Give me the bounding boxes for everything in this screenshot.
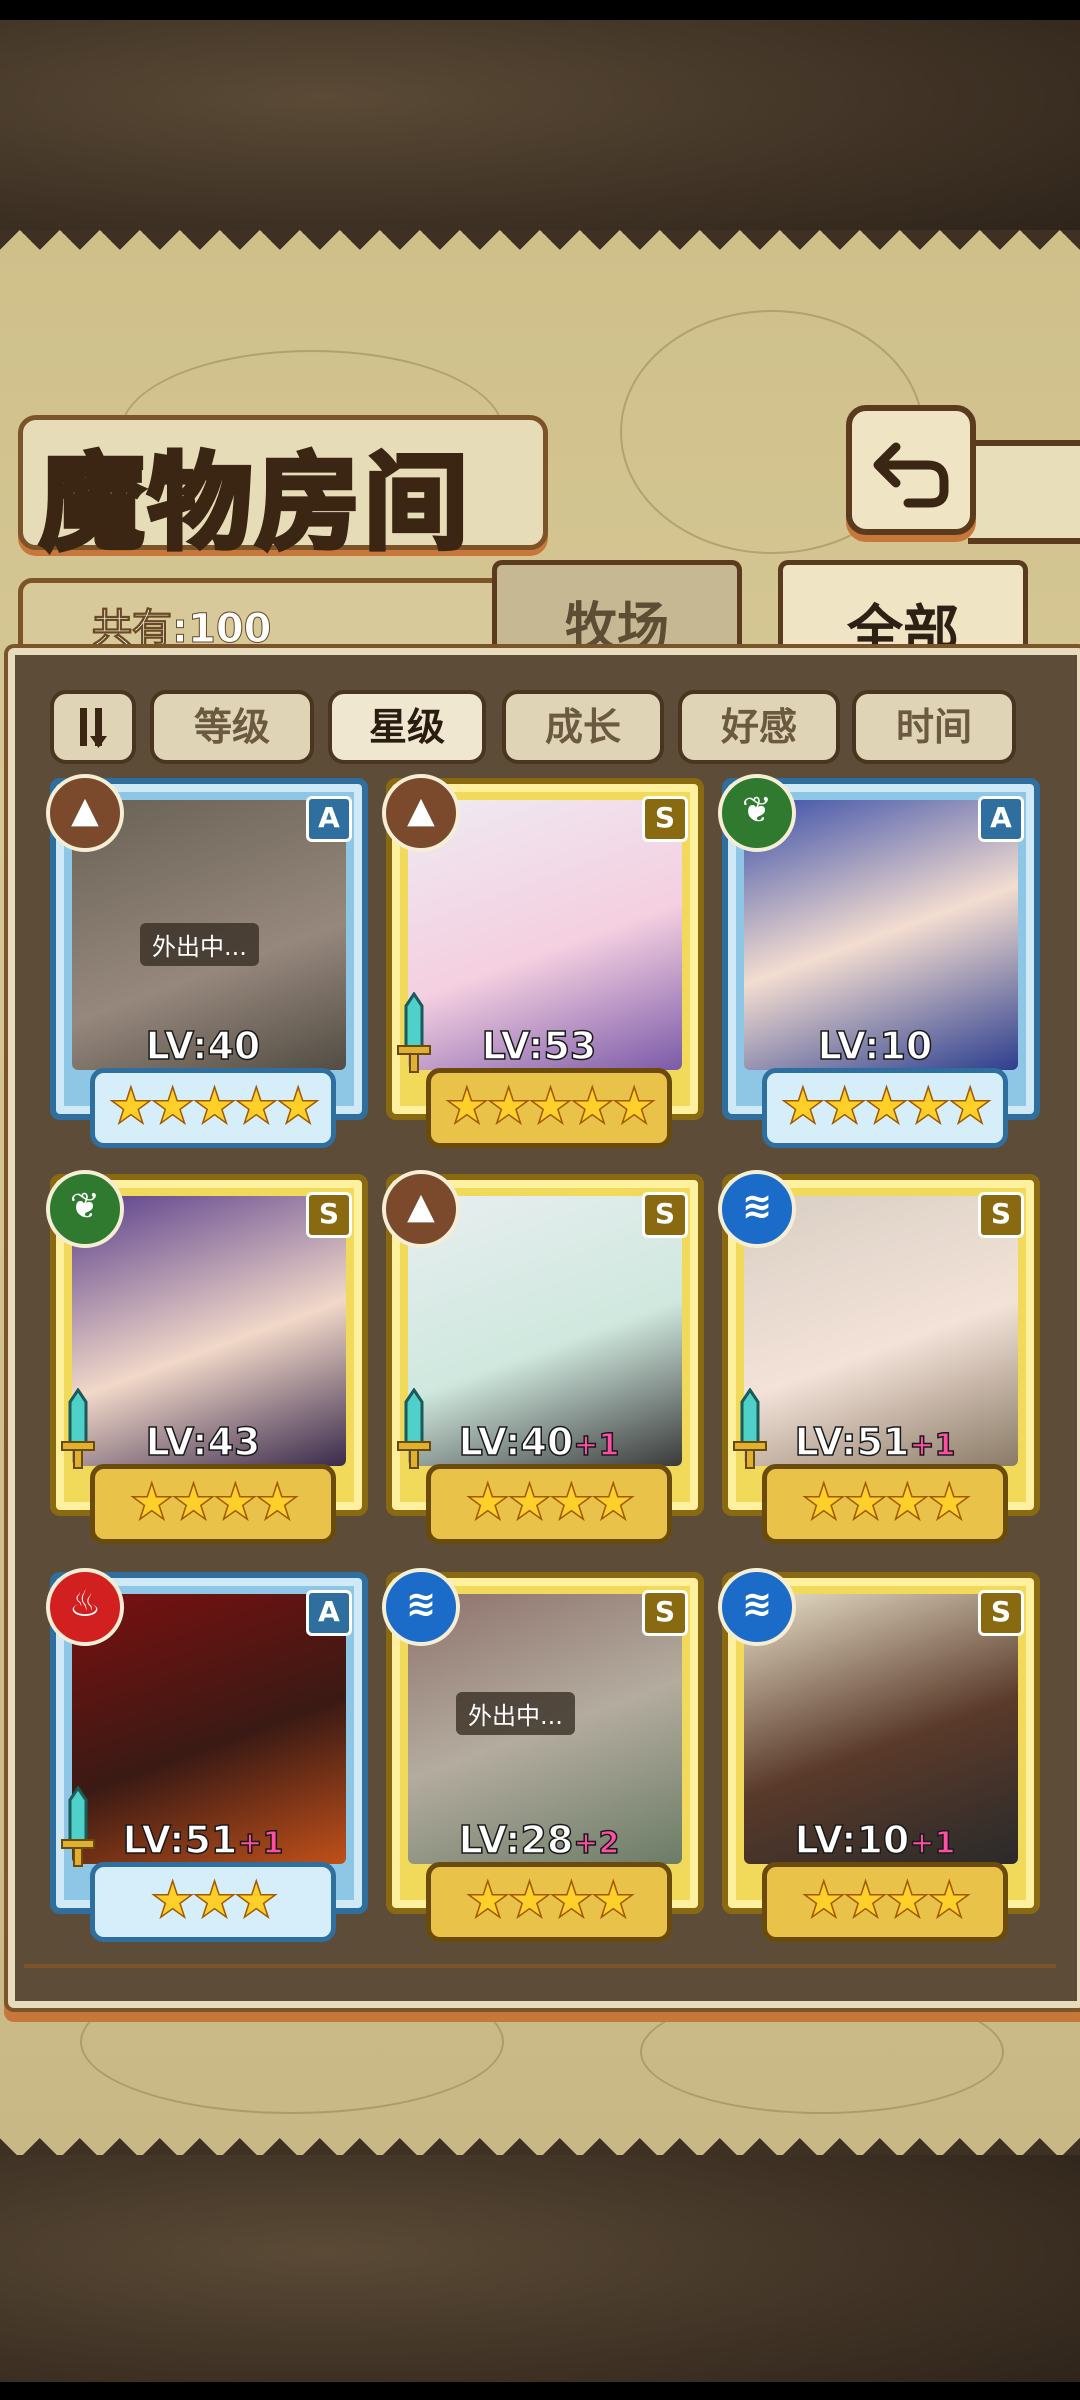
monster-card-4[interactable]: ❦ S LV:43 ★★★★ (46, 1170, 368, 1546)
rank-badge: S (978, 1192, 1024, 1238)
monster-card-1[interactable]: 外出中... ▲ A LV:40 ★★★★★ (46, 774, 368, 1150)
level-label: LV:10 (817, 1023, 933, 1069)
level-label: LV:53 (481, 1023, 597, 1069)
level-label: LV:10+1 (794, 1817, 956, 1863)
star-rating: ★★★★ (762, 1464, 1008, 1544)
monster-card-5[interactable]: ▲ S LV:40+1 ★★★★ (382, 1170, 704, 1546)
monster-card-9[interactable]: ≋ S LV:10+1 ★★★★ (718, 1568, 1040, 1944)
rank-badge: A (978, 796, 1024, 842)
sort-time-button[interactable]: 时间 (852, 690, 1016, 764)
away-status: 外出中... (456, 1692, 575, 1735)
sort-growth-button[interactable]: 成长 (502, 690, 664, 764)
navigation-bar (0, 2382, 1080, 2400)
star-rating: ★★★★ (426, 1862, 672, 1942)
sort-affection-button[interactable]: 好感 (678, 690, 840, 764)
star-rating: ★★★★ (90, 1464, 336, 1544)
level-label: LV:43 (145, 1419, 261, 1465)
wave-icon: ≋ (718, 1568, 796, 1646)
sort-order-toggle[interactable] (50, 690, 136, 764)
level-label: LV:40+1 (458, 1419, 620, 1465)
monster-card-6[interactable]: ≋ S LV:51+1 ★★★★ (718, 1170, 1040, 1546)
star-rating: ★★★★★ (426, 1068, 672, 1148)
rank-badge: S (642, 1192, 688, 1238)
monster-card-3[interactable]: ❦ A LV:10 ★★★★★ (718, 774, 1040, 1150)
rank-badge: S (306, 1192, 352, 1238)
flame-icon: ♨ (46, 1568, 124, 1646)
mountain-icon: ▲ (382, 774, 460, 852)
sort-order-icon (80, 708, 107, 748)
star-rating: ★★★★ (426, 1464, 672, 1544)
zigzag-bottom-edge (0, 2118, 1080, 2158)
level-label: LV:28+2 (458, 1817, 620, 1863)
star-rating: ★★★ (90, 1862, 336, 1942)
back-button[interactable] (846, 405, 976, 535)
level-label: LV:51+1 (122, 1817, 284, 1863)
rank-badge: A (306, 796, 352, 842)
wave-icon: ≋ (382, 1568, 460, 1646)
wave-icon: ≋ (718, 1170, 796, 1248)
rank-badge: S (642, 1590, 688, 1636)
return-arrow-icon (873, 442, 949, 508)
panel-footer-rail (24, 1964, 1056, 1998)
monster-count: 共有:100 (92, 606, 272, 653)
sort-star-button[interactable]: 星级 (328, 690, 486, 764)
zigzag-top-edge (0, 230, 1080, 270)
monster-card-7[interactable]: ♨ A LV:51+1 ★★★ (46, 1568, 368, 1944)
page-title: 魔物房间 (37, 439, 473, 567)
monster-card-2[interactable]: ▲ S LV:53 ★★★★★ (382, 774, 704, 1150)
leaf-icon: ❦ (46, 1170, 124, 1248)
star-rating: ★★★★ (762, 1862, 1008, 1942)
bottom-background (0, 2155, 1080, 2400)
level-label: LV:51+1 (794, 1419, 956, 1465)
tab-ranch[interactable]: 牧场 (492, 560, 742, 658)
level-label: LV:40 (145, 1023, 261, 1069)
mountain-icon: ▲ (46, 774, 124, 852)
star-rating: ★★★★★ (90, 1068, 336, 1148)
rank-badge: A (306, 1590, 352, 1636)
top-background (0, 0, 1080, 245)
rank-badge: S (978, 1590, 1024, 1636)
star-rating: ★★★★★ (762, 1068, 1008, 1148)
status-bar (0, 0, 1080, 20)
mountain-icon: ▲ (382, 1170, 460, 1248)
sort-level-button[interactable]: 等级 (150, 690, 314, 764)
back-button-rail (968, 440, 1080, 544)
monster-card-8[interactable]: 外出中... ≋ S LV:28+2 ★★★★ (382, 1568, 704, 1944)
rank-badge: S (642, 796, 688, 842)
leaf-icon: ❦ (718, 774, 796, 852)
away-status: 外出中... (140, 923, 259, 966)
